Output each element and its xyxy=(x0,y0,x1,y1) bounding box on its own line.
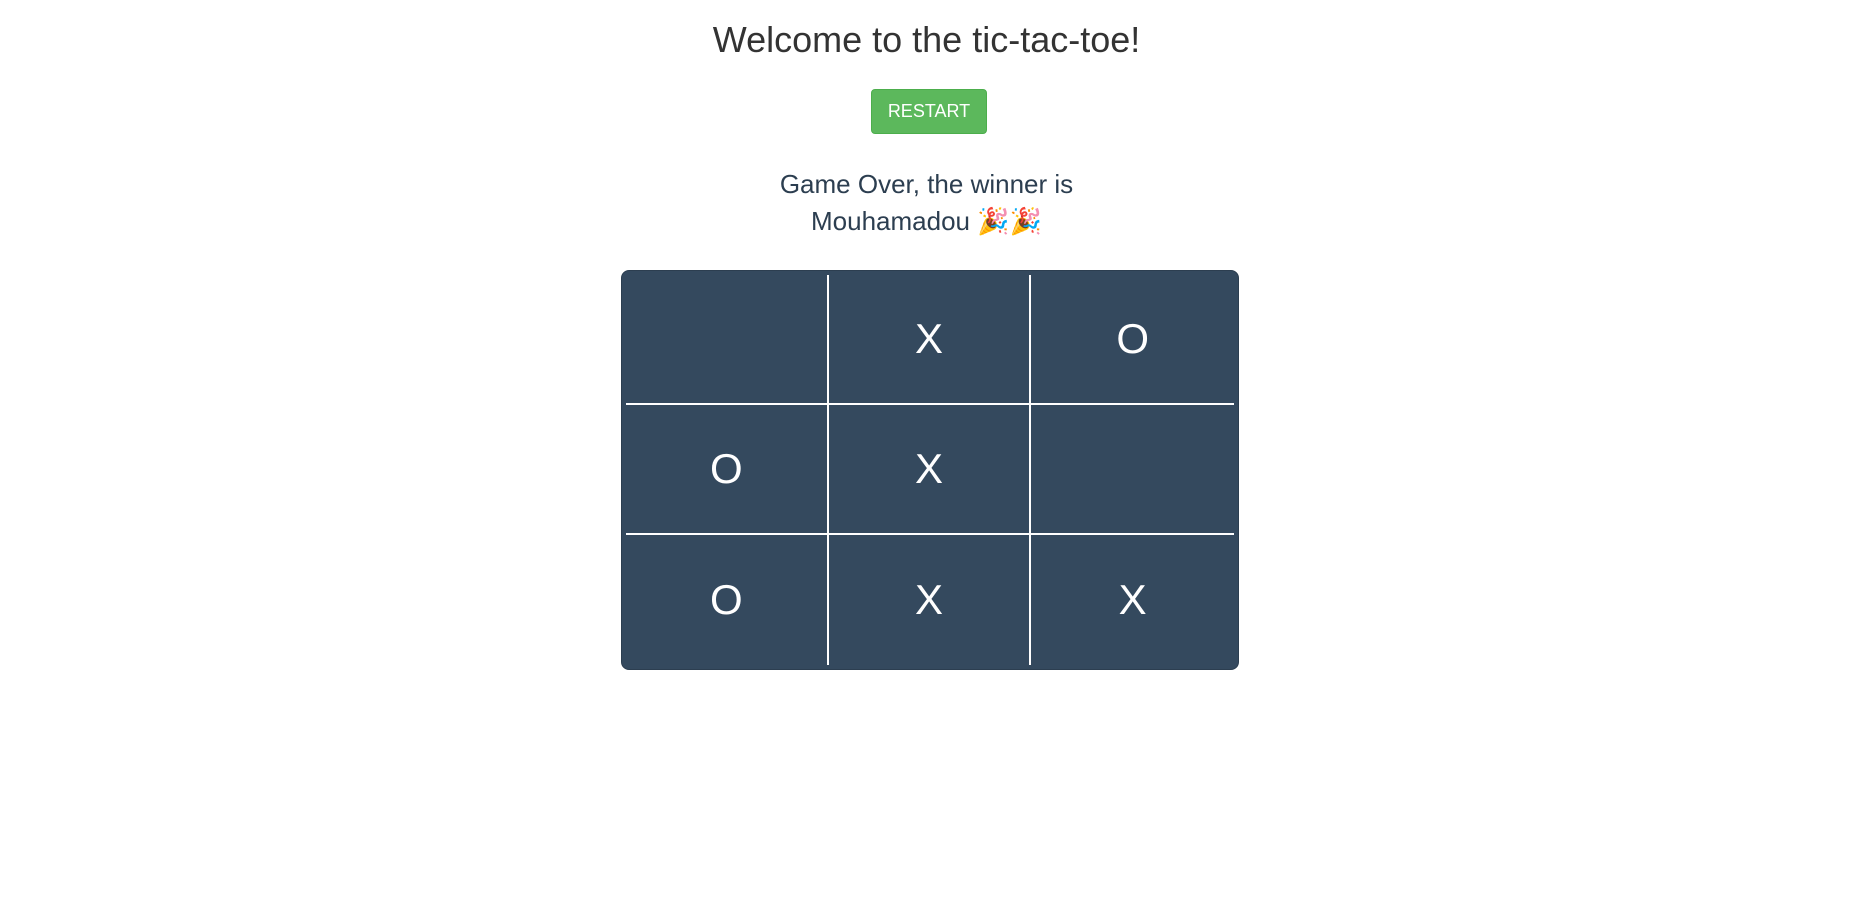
board-cell-2[interactable]: X xyxy=(828,275,1032,405)
board-cell-9[interactable]: X xyxy=(1031,535,1234,665)
status-line-1: Game Over, the winner is xyxy=(779,169,1074,199)
restart-button[interactable]: RESTART xyxy=(871,89,987,134)
winner-announcement: Mouhamadou 🎉🎉 xyxy=(811,206,1042,236)
board-cell-4[interactable]: O xyxy=(626,405,829,535)
game-status: Game Over, the winner is Mouhamadou 🎉🎉 xyxy=(0,166,1853,240)
board-cell-8[interactable]: X xyxy=(829,535,1032,665)
game-board: X O O X O X X xyxy=(621,270,1239,670)
board-cell-6[interactable] xyxy=(1031,405,1234,535)
page-title: Welcome to the tic-tac-toe! xyxy=(712,19,1141,60)
board-cell-7[interactable]: O xyxy=(626,535,829,665)
game-page: Welcome to the tic-tac-toe! RESTART Game… xyxy=(0,0,1853,900)
board-cell-3[interactable]: O xyxy=(1031,275,1234,405)
board-cell-1[interactable] xyxy=(626,275,829,405)
board-grid: X O O X O X X xyxy=(626,275,1234,665)
board-cell-5[interactable]: X xyxy=(828,405,1032,535)
